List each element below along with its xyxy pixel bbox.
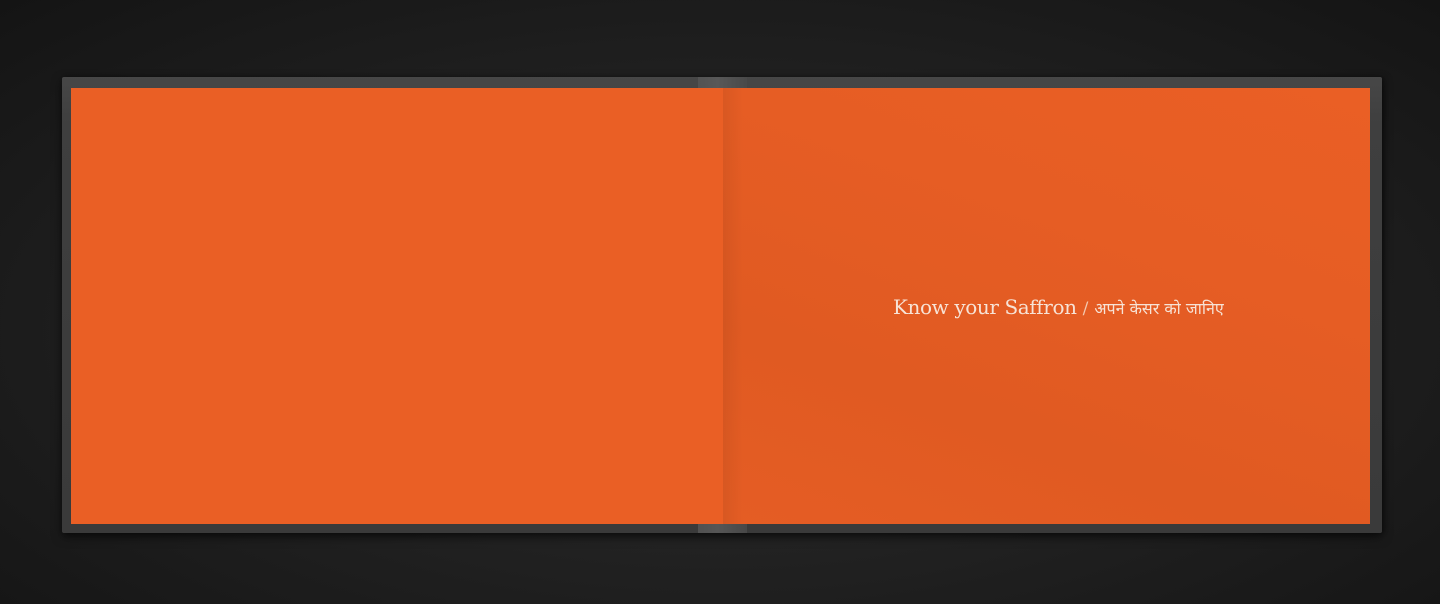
book-spread: Know your Saffron / अपने केसर को जानिए [62,77,1382,533]
left-page[interactable] [71,88,723,524]
book-title: Know your Saffron / अपने केसर को जानिए [893,295,1224,319]
right-page[interactable]: Know your Saffron / अपने केसर को जानिए [723,88,1370,524]
title-english: Know your Saffron [893,295,1077,319]
title-separator: / [1082,299,1089,319]
title-hindi: अपने केसर को जानिए [1094,299,1224,318]
